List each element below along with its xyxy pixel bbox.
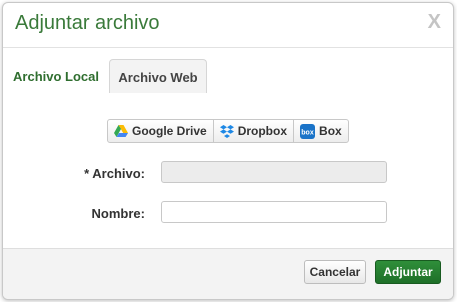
dropbox-button[interactable]: Dropbox — [214, 120, 295, 142]
close-button[interactable]: X — [428, 11, 441, 34]
cancel-button[interactable]: Cancelar — [304, 260, 366, 284]
dropbox-label: Dropbox — [237, 124, 288, 138]
dialog-title: Adjuntar archivo — [15, 12, 160, 34]
dialog-body: Google Drive Dropbox box Box * Archivo: … — [3, 93, 453, 249]
archivo-field[interactable] — [161, 161, 387, 183]
tab-archivo-web[interactable]: Archivo Web — [109, 59, 207, 94]
nombre-label: Nombre: — [91, 206, 145, 221]
box-label: Box — [319, 124, 342, 138]
attach-button[interactable]: Adjuntar — [375, 260, 441, 284]
dialog-header: Adjuntar archivo X — [3, 3, 453, 48]
tab-bar: Archivo Local Archivo Web — [3, 59, 453, 94]
google-drive-label: Google Drive — [132, 124, 207, 138]
svg-text:box: box — [301, 129, 314, 136]
provider-button-group: Google Drive Dropbox box Box — [107, 119, 349, 143]
box-button[interactable]: box Box — [294, 120, 348, 142]
archivo-label: * Archivo: — [84, 166, 145, 181]
google-drive-icon — [114, 125, 128, 137]
tab-archivo-local[interactable]: Archivo Local — [9, 59, 103, 93]
box-icon: box — [300, 123, 316, 139]
dropbox-icon — [219, 124, 234, 138]
nombre-field[interactable] — [161, 201, 387, 223]
google-drive-button[interactable]: Google Drive — [108, 120, 214, 142]
attach-file-dialog: Adjuntar archivo X Archivo Local Archivo… — [2, 2, 454, 300]
dialog-footer: Cancelar Adjuntar — [3, 248, 453, 299]
